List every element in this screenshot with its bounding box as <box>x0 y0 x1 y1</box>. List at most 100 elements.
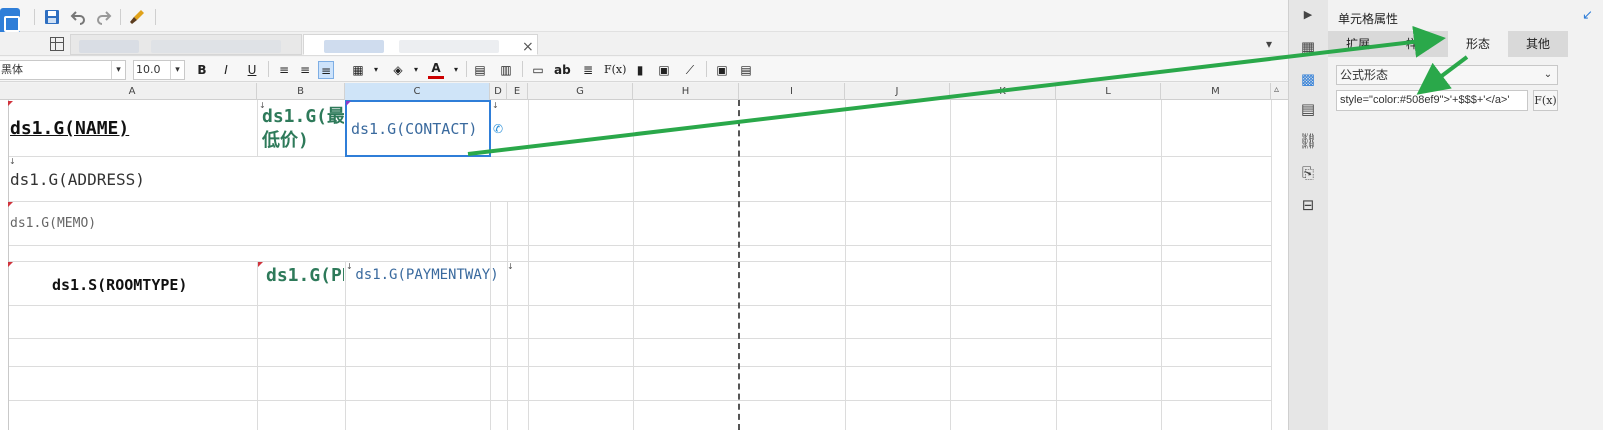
toolbar-separator <box>706 61 707 77</box>
sub-report-icon[interactable]: ▣ <box>714 61 730 79</box>
report-grid-icon <box>50 37 64 51</box>
chevron-down-icon: ▾ <box>170 61 184 79</box>
cell-marker <box>8 262 13 267</box>
column-header[interactable]: J <box>845 83 950 100</box>
rich-text-icon[interactable]: ▤ <box>738 61 754 79</box>
tree-icon[interactable]: ⊟ <box>1298 196 1318 216</box>
align-right-icon[interactable]: ≡ <box>318 61 334 79</box>
cell-marker <box>8 101 13 106</box>
formula-button[interactable]: F(x) <box>604 61 626 79</box>
cell-name[interactable]: ds1.G(NAME) <box>10 118 255 139</box>
column-gridline <box>490 201 491 430</box>
column-header[interactable]: D <box>490 83 507 100</box>
fill-color-icon[interactable]: ◈ <box>390 61 406 79</box>
border-icon[interactable]: ▦ <box>350 61 366 79</box>
font-color-button[interactable]: A <box>428 61 444 79</box>
cell-contact[interactable]: ds1.G(CONTACT) <box>351 120 489 138</box>
formula-input[interactable]: style="color:#508ef9">'+$$$+'</a>' <box>1336 90 1528 111</box>
scroll-up-icon[interactable]: ▵ <box>1274 84 1279 95</box>
column-header-bar: A B C D E G H I J K L M ▵ <box>0 83 1288 100</box>
report-sheet[interactable]: ds1.G(NAME) ↓ ds1.G(最低价) ds1.G(CONTACT) … <box>0 100 1288 430</box>
redo-icon[interactable] <box>95 8 113 26</box>
column-gridline <box>257 261 258 430</box>
row-gridline <box>8 245 1272 246</box>
paragraph-icon[interactable]: ≣ <box>580 61 596 79</box>
layout-icon[interactable]: ▦ <box>1298 38 1318 58</box>
tab-form[interactable]: 形态 <box>1448 31 1508 57</box>
column-header[interactable]: B <box>257 83 345 100</box>
column-header[interactable]: G <box>528 83 633 100</box>
column-header[interactable]: A <box>8 83 257 100</box>
align-center-icon[interactable]: ≡ <box>297 61 313 79</box>
document-tab-active[interactable]: × <box>303 34 538 55</box>
document-tab[interactable] <box>70 34 302 55</box>
hyperlink-icon[interactable]: ⛓ <box>1298 132 1318 152</box>
split-cells-icon[interactable]: ▥ <box>498 61 514 79</box>
formula-editor-button[interactable]: F(x) <box>1533 90 1558 111</box>
cell-marker <box>258 262 263 267</box>
collapse-arrow-icon[interactable]: ▶ <box>1298 8 1318 28</box>
underline-button[interactable]: U <box>244 61 260 79</box>
toolbar-separator <box>120 9 121 25</box>
column-header[interactable]: I <box>739 83 845 100</box>
cell-address[interactable]: ds1.G(ADDRESS) <box>10 170 490 189</box>
tab-style[interactable]: 样式 <box>1388 31 1448 57</box>
form-type-select[interactable]: 公式形态 ⌄ <box>1336 65 1558 85</box>
close-tab-icon[interactable]: × <box>522 39 534 55</box>
font-size-select[interactable]: 10.0 ▾ <box>133 60 185 80</box>
chevron-down-icon[interactable]: ▾ <box>448 61 464 79</box>
slash-icon[interactable]: ⟋ <box>682 61 698 79</box>
cell-price[interactable]: ds1.G(PRICE) <box>266 264 344 305</box>
column-header[interactable]: M <box>1161 83 1271 100</box>
format-toolbar: 黑体 ▾ 10.0 ▾ B I U ≡ ≡ ≡ ▦ ▾ ◈ ▾ A ▾ ▤ ▥ … <box>0 57 1288 82</box>
cell-memo[interactable]: ds1.G(MEMO) <box>10 216 490 231</box>
cell-properties-icon[interactable]: ▩ <box>1298 70 1318 90</box>
bold-button[interactable]: B <box>194 61 210 79</box>
save-icon[interactable] <box>43 8 61 26</box>
column-header[interactable]: C <box>345 83 490 100</box>
row-gridline <box>8 201 1272 202</box>
italic-button[interactable]: I <box>218 61 234 79</box>
column-gridline <box>345 261 346 430</box>
chart-icon[interactable]: ▮ <box>632 61 648 79</box>
text-field-icon[interactable]: ▭ <box>530 61 546 79</box>
align-left-icon[interactable]: ≡ <box>276 61 292 79</box>
font-family-select[interactable]: 黑体 ▾ <box>0 60 126 80</box>
row-gridline <box>8 366 1272 367</box>
format-painter-icon[interactable] <box>128 8 146 26</box>
condition-icon[interactable]: ⎘ <box>1298 164 1318 184</box>
column-gridline <box>528 100 529 430</box>
column-header[interactable]: L <box>1056 83 1161 100</box>
image-icon[interactable]: ▣ <box>656 61 672 79</box>
tab-menu-icon[interactable]: ▾ <box>1266 37 1272 51</box>
cell-marker <box>346 101 351 106</box>
properties-tabs: 扩展 样式 形态 其他 <box>1328 31 1568 57</box>
column-gridline <box>633 100 634 430</box>
redacted-tab-title <box>151 40 281 53</box>
chevron-down-icon[interactable]: ▾ <box>368 61 384 79</box>
row-gridline <box>8 156 1272 157</box>
cell-properties-panel: 单元格属性 ↙ 扩展 样式 形态 其他 公式形态 ⌄ style="color:… <box>1328 0 1603 430</box>
undo-icon[interactable] <box>69 8 87 26</box>
column-gridline <box>1161 100 1162 430</box>
column-gridline <box>507 201 508 430</box>
text-tool-button[interactable]: ab <box>554 61 571 79</box>
main-toolbar <box>0 0 1300 40</box>
column-gridline <box>950 100 951 430</box>
expand-down-icon: ↓ <box>9 157 16 166</box>
tab-expand[interactable]: 扩展 <box>1328 31 1388 57</box>
expand-down-icon: ↓ <box>492 101 499 110</box>
tab-other[interactable]: 其他 <box>1508 31 1568 57</box>
row-gridline <box>8 400 1272 401</box>
cell-roomtype[interactable]: ds1.S(ROOMTYPE) <box>52 276 252 294</box>
column-header[interactable]: E <box>507 83 528 100</box>
cell-lowest-price[interactable]: ds1.G(最低价) <box>262 105 344 155</box>
column-header[interactable]: K <box>950 83 1056 100</box>
column-header[interactable]: H <box>633 83 739 100</box>
pin-icon[interactable]: ↙ <box>1582 8 1593 23</box>
widget-icon[interactable]: ▤ <box>1298 100 1318 120</box>
chevron-down-icon[interactable]: ▾ <box>408 61 424 79</box>
merge-cells-icon[interactable]: ▤ <box>472 61 488 79</box>
cell-paymentway[interactable]: ds1.G(PAYMENTWAY) <box>348 266 506 306</box>
expand-down-icon: ↓ <box>507 262 514 271</box>
